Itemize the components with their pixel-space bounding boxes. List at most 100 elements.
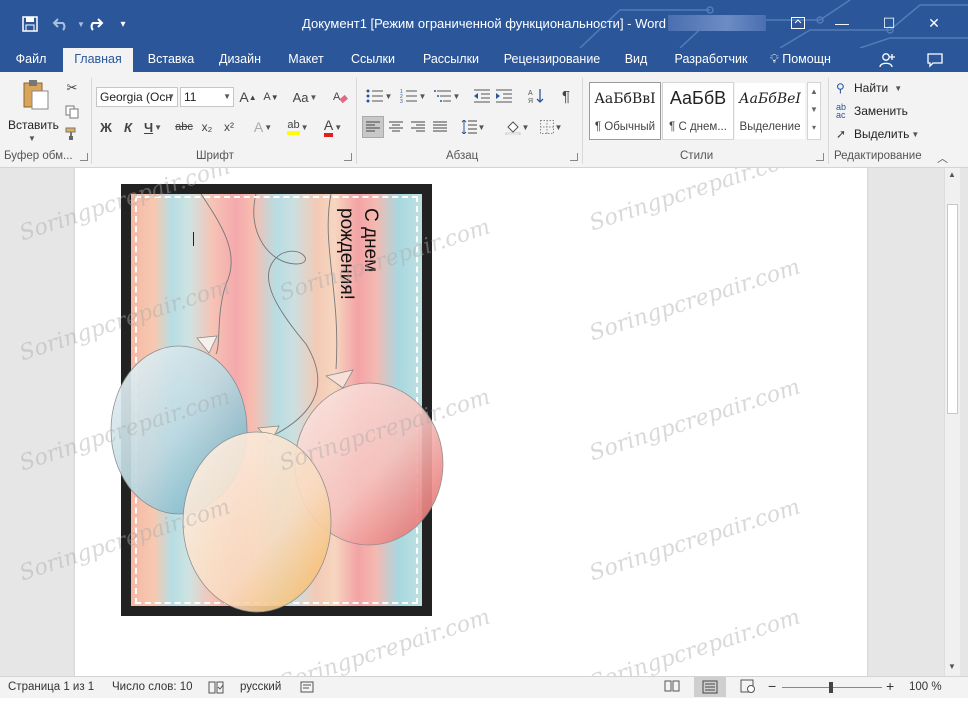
macro-record-icon[interactable] [300, 680, 314, 697]
styles-up-arrow-icon[interactable]: ▲ [808, 83, 820, 101]
font-launcher-icon[interactable] [344, 153, 352, 161]
watermark: Soringpcrepair.com [586, 374, 804, 467]
tab-mailings[interactable]: Рассылки [414, 48, 488, 72]
line-spacing-icon[interactable]: ▼ [458, 117, 488, 137]
document-page[interactable]: С днем рождения! Soringpcrepair.com Sori… [17, 168, 867, 676]
tab-layout[interactable]: Макет [278, 48, 334, 72]
subscript-button[interactable]: x₂ [197, 117, 217, 137]
zoom-in-button[interactable]: + [886, 678, 894, 694]
maximize-button[interactable]: ☐ [869, 8, 909, 38]
grow-font-icon[interactable]: A ▲ [238, 87, 258, 107]
text-effects-icon[interactable]: A ▼ [250, 117, 276, 137]
print-layout-icon[interactable] [694, 677, 726, 697]
close-button[interactable]: ✕ [914, 8, 954, 38]
sort-icon[interactable]: AЯ [526, 86, 546, 106]
align-left-icon[interactable] [362, 116, 384, 138]
tab-developer[interactable]: Разработчик [664, 48, 758, 72]
watermark: Soringpcrepair.com [586, 254, 804, 347]
page-count[interactable]: Страница 1 из 1 [8, 681, 94, 693]
paragraph-launcher-icon[interactable] [570, 153, 578, 161]
proofing-book-icon[interactable] [208, 679, 224, 698]
lightbulb-icon: 💡︎ [770, 52, 779, 66]
tab-review[interactable]: Рецензирование [500, 48, 604, 72]
ribbon-home: Вставить ▼ ✂ Буфер обм... Georgia (Осн ▼… [0, 72, 968, 168]
style-birthday[interactable]: АаБбВ ¶ С днем... [662, 82, 734, 140]
font-name-combobox[interactable]: Georgia (Осн ▼ [96, 87, 178, 107]
clipboard-launcher-icon[interactable] [80, 153, 88, 161]
superscript-button[interactable]: x² [219, 117, 239, 137]
tab-file[interactable]: Файл [0, 48, 62, 72]
font-size-combobox[interactable]: 11 ▼ [180, 87, 234, 107]
text-effects-glyph: A [253, 119, 264, 135]
read-mode-icon[interactable] [664, 679, 680, 696]
paste-dropdown-icon[interactable]: ▼ [28, 134, 36, 143]
shrink-font-icon[interactable]: A ▼ [261, 87, 281, 107]
comments-icon[interactable] [920, 48, 950, 72]
scroll-down-arrow-icon[interactable]: ▼ [948, 662, 956, 671]
tab-references[interactable]: Ссылки [342, 48, 404, 72]
align-right-icon[interactable] [408, 117, 428, 137]
style-normal[interactable]: АаБбВвІ ¶ Обычный [589, 82, 661, 140]
zoom-level[interactable]: 100 % [909, 681, 942, 693]
font-color-icon[interactable]: A ▼ [318, 117, 348, 137]
zoom-out-button[interactable]: − [768, 678, 776, 694]
chevron-down-icon: ▼ [223, 92, 231, 101]
zoom-slider-thumb[interactable] [829, 682, 833, 693]
collapse-ribbon-icon[interactable]: ︿ [937, 150, 948, 166]
minimize-button[interactable]: — [822, 8, 862, 38]
italic-button[interactable]: К [118, 117, 138, 137]
show-formatting-marks-icon[interactable]: ¶ [556, 86, 576, 106]
vertical-scrollbar[interactable]: ▲ ▼ [944, 168, 960, 676]
style-sample: АаБбВеІ [739, 91, 801, 107]
tab-home[interactable]: Главная [63, 48, 133, 72]
share-person-icon[interactable] [872, 48, 902, 72]
select-button[interactable]: ➚ Выделить ▼ [836, 124, 919, 144]
numbering-list-icon[interactable]: 1 2 3 ▼ [398, 86, 428, 106]
align-center-icon[interactable] [386, 117, 406, 137]
tab-insert[interactable]: Вставка [140, 48, 202, 72]
tab-help[interactable]: 💡︎ Помощн [770, 48, 831, 72]
watermark: Soringpcrepair.com [586, 494, 804, 587]
word-count[interactable]: Число слов: 10 [112, 681, 193, 693]
decrease-indent-icon[interactable] [472, 86, 492, 106]
styles-launcher-icon[interactable] [816, 153, 824, 161]
cut-scissors-icon[interactable]: ✂ [62, 78, 82, 98]
web-layout-icon[interactable] [740, 679, 756, 696]
styles-more-icon[interactable]: ▾ [808, 119, 820, 137]
bold-button[interactable]: Ж [96, 117, 116, 137]
find-magnifier-icon: ⚲ [836, 81, 845, 95]
scrollbar-thumb[interactable] [947, 204, 958, 414]
paste-button[interactable]: Вставить [8, 118, 59, 132]
styles-down-arrow-icon[interactable]: ▼ [808, 101, 820, 119]
highlight-color-icon[interactable]: ab ▼ [283, 117, 313, 137]
copy-icon[interactable] [62, 102, 82, 122]
scroll-up-arrow-icon[interactable]: ▲ [948, 170, 956, 179]
shrink-font-glyph: A [263, 91, 271, 103]
language[interactable]: русский [240, 681, 281, 693]
help-label: Помощн [782, 52, 831, 66]
find-button[interactable]: ⚲ Найти ▼ [836, 78, 902, 98]
format-painter-brush-icon[interactable] [62, 124, 82, 144]
orange-balloon [182, 431, 332, 613]
shading-bucket-icon[interactable]: ▼ [502, 117, 532, 137]
style-emphasis[interactable]: АаБбВеІ Выделение [734, 82, 806, 140]
change-case-icon[interactable]: Aa ▼ [290, 87, 320, 107]
tab-view[interactable]: Вид [616, 48, 656, 72]
watermark: Soringpcrepair.com [586, 604, 804, 676]
paste-clipboard-icon[interactable] [18, 78, 52, 112]
styles-scroll[interactable]: ▲ ▼ ▾ [807, 82, 821, 140]
borders-icon[interactable]: ▼ [536, 117, 566, 137]
balloons-graphic[interactable] [105, 168, 465, 638]
clear-formatting-eraser-icon[interactable]: A [330, 87, 350, 107]
bullets-list-icon[interactable]: ▼ [364, 86, 394, 106]
justify-icon[interactable] [430, 117, 450, 137]
ribbon-display-options-icon[interactable] [778, 8, 818, 38]
multilevel-list-icon[interactable]: ▼ [432, 86, 462, 106]
replace-button[interactable]: ab ac Заменить [836, 101, 908, 121]
account-name-blurred[interactable] [668, 15, 766, 31]
increase-indent-icon[interactable] [494, 86, 514, 106]
tab-design[interactable]: Дизайн [210, 48, 270, 72]
underline-button[interactable]: Ч ▼ [140, 117, 166, 137]
font-color-glyph: A [323, 117, 334, 137]
strikethrough-button[interactable]: abc [172, 117, 196, 137]
